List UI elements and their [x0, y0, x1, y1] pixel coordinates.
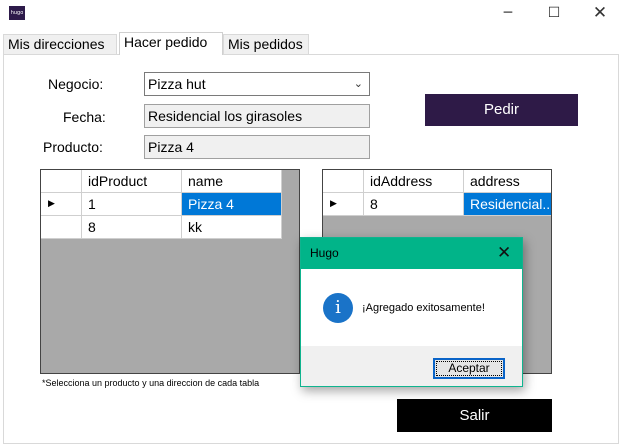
info-icon: i	[323, 293, 353, 323]
negocio-label: Negocio:	[48, 76, 104, 92]
dialog-message: ¡Agregado exitosamente!	[362, 302, 485, 314]
row-header-corner	[41, 170, 82, 193]
cell-idproduct[interactable]: 8	[82, 216, 182, 239]
aceptar-button[interactable]: Aceptar	[433, 358, 505, 379]
current-row-arrow-icon: ▶	[48, 199, 55, 209]
salir-button[interactable]: Salir	[397, 399, 552, 432]
row-header[interactable]: ▶	[323, 193, 364, 216]
title-bar: hugo ─ ☐ ✕	[0, 0, 623, 28]
dialog-footer: Aceptar	[301, 346, 522, 386]
dialog-close-icon[interactable]: ✕	[497, 243, 511, 263]
close-button[interactable]: ✕	[577, 0, 623, 28]
tab-mis-pedidos[interactable]: Mis pedidos	[223, 34, 309, 54]
column-header-name[interactable]: name	[182, 170, 282, 193]
row-header[interactable]	[41, 216, 82, 239]
producto-field: Pizza 4	[144, 135, 370, 159]
products-grid[interactable]: idProduct name ▶ 1 Pizza 4 8 kk	[40, 169, 300, 374]
pedir-button[interactable]: Pedir	[425, 94, 578, 126]
app-window: hugo ─ ☐ ✕ Mis direcciones Hacer pedido …	[0, 0, 623, 447]
maximize-button[interactable]: ☐	[531, 0, 577, 28]
minimize-button[interactable]: ─	[485, 0, 531, 28]
current-row-arrow-icon: ▶	[330, 199, 337, 209]
fecha-field: Residencial los girasoles	[144, 104, 370, 128]
cell-idaddress[interactable]: 8	[364, 193, 464, 216]
tab-hacer-pedido[interactable]: Hacer pedido	[119, 32, 223, 55]
row-header-corner	[323, 170, 364, 193]
column-header-idproduct[interactable]: idProduct	[82, 170, 182, 193]
tab-mis-direcciones[interactable]: Mis direcciones	[3, 34, 117, 54]
dialog-title: Hugo	[310, 246, 339, 260]
instruction-hint: *Selecciona un producto y una direccion …	[42, 378, 260, 388]
cell-address[interactable]: Residencial...	[464, 193, 551, 216]
chevron-down-icon[interactable]: ⌄	[354, 73, 363, 95]
fecha-label: Fecha:	[63, 109, 106, 125]
app-logo-icon: hugo	[9, 6, 25, 20]
dialog-title-bar[interactable]: Hugo ✕	[301, 238, 522, 269]
column-header-idaddress[interactable]: idAddress	[364, 170, 464, 193]
column-header-address[interactable]: address	[464, 170, 551, 193]
negocio-combobox[interactable]: Pizza hut ⌄	[144, 72, 370, 96]
row-header[interactable]: ▶	[41, 193, 82, 216]
cell-name[interactable]: Pizza 4	[182, 193, 282, 216]
cell-idproduct[interactable]: 1	[82, 193, 182, 216]
producto-label: Producto:	[43, 139, 103, 155]
negocio-value: Pizza hut	[148, 76, 206, 92]
message-dialog: Hugo ✕ i ¡Agregado exitosamente! Aceptar	[300, 237, 523, 387]
cell-name[interactable]: kk	[182, 216, 282, 239]
